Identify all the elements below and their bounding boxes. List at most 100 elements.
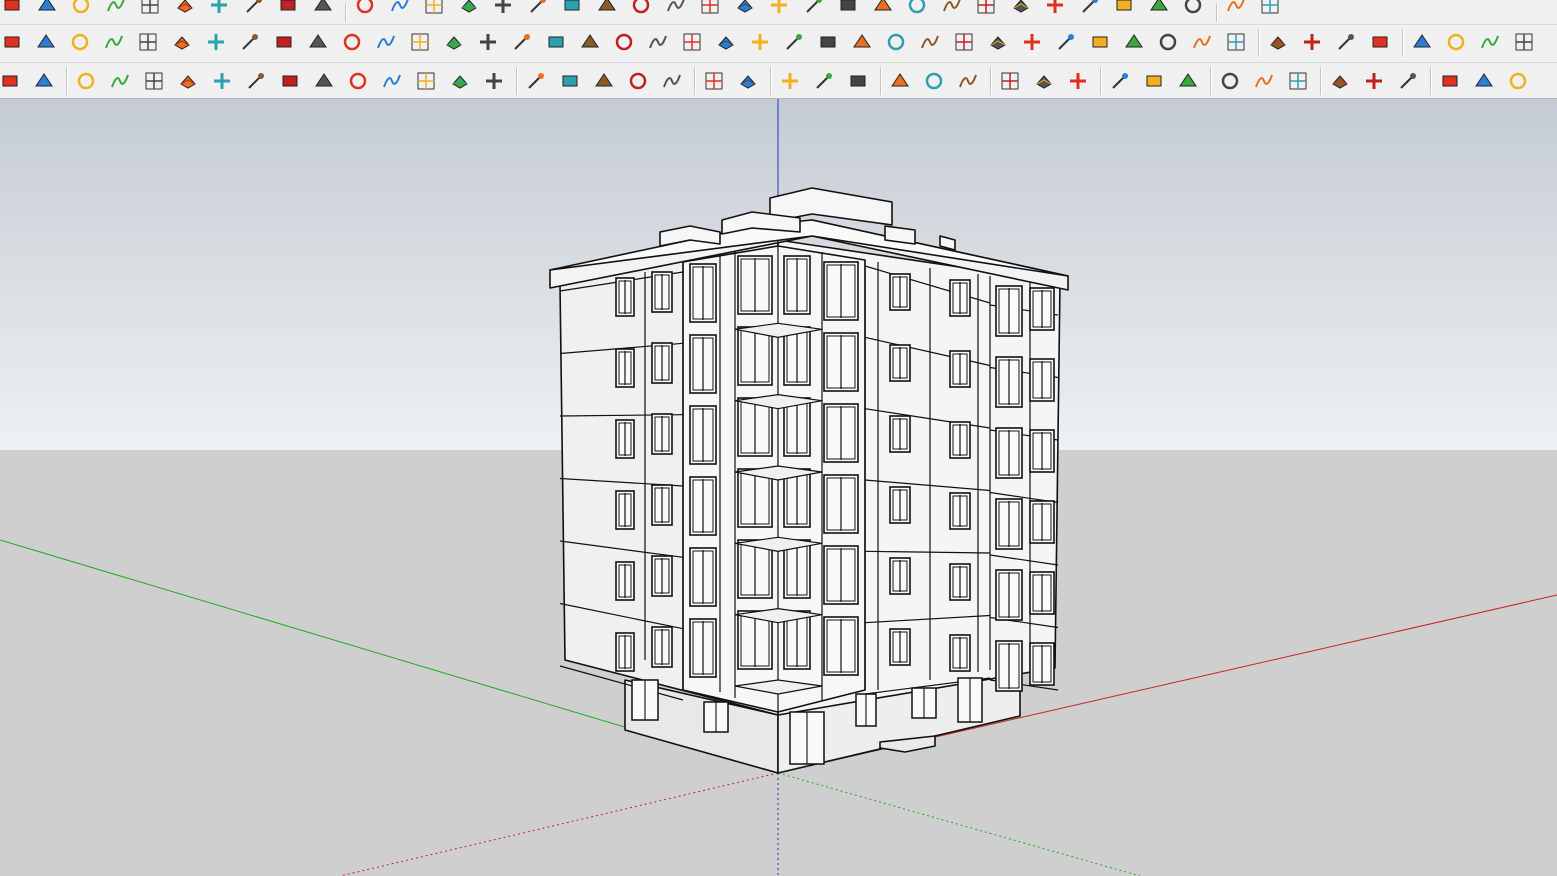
cube-blue-icon[interactable] [1510,28,1538,56]
green-flip-icon[interactable] [848,28,876,56]
box-fill-icon[interactable] [1284,67,1312,95]
arrow-icon[interactable] [386,0,414,16]
paint-icon[interactable] [1408,28,1436,56]
circle-icon[interactable] [556,67,584,95]
deck-icon[interactable] [972,0,1000,16]
column-icon[interactable] [489,0,517,16]
green-cross-icon[interactable] [474,28,502,56]
box-x-icon[interactable] [1174,67,1202,95]
curve-a-icon[interactable] [72,67,100,95]
frame-cyan-icon[interactable] [1052,28,1080,56]
grid-blue-2-icon[interactable] [1250,67,1278,95]
explode-red-icon[interactable] [916,28,944,56]
copy-icon[interactable] [1470,67,1498,95]
zoom-green-icon[interactable] [810,67,838,95]
bracket-icon[interactable] [372,28,400,56]
curve-b-icon[interactable] [106,67,134,95]
zigzag-icon[interactable] [522,67,550,95]
hatch-icon[interactable] [1076,0,1104,16]
wall-icon[interactable] [558,0,586,16]
stairs-icon[interactable] [420,0,448,16]
vertex-icon[interactable] [406,28,434,56]
measure-icon[interactable] [1332,28,1360,56]
blue-cross-icon[interactable] [508,28,536,56]
layer-green-icon[interactable] [66,28,94,56]
grid-icon[interactable] [765,0,793,16]
prism-icon[interactable] [610,28,638,56]
arrow-back-icon[interactable] [1256,0,1284,16]
panel-icon[interactable] [903,0,931,16]
pencil-icon[interactable] [1298,28,1326,56]
add-detail-icon[interactable] [136,0,164,16]
fence-icon[interactable] [731,0,759,16]
line-center-icon[interactable] [996,67,1024,95]
align-add-icon[interactable] [920,67,948,95]
grid-blue-icon[interactable] [1216,67,1244,95]
selector-icon[interactable] [1264,28,1292,56]
arc-dots-icon[interactable] [1222,28,1250,56]
shelf-icon[interactable] [1007,0,1035,16]
extrude-icon[interactable] [205,0,233,16]
dome-icon[interactable] [1394,67,1422,95]
3d-viewport[interactable] [0,99,1557,876]
rect-icon[interactable] [276,67,304,95]
intersect-icon[interactable] [1476,28,1504,56]
sandbox-icon[interactable] [0,0,26,16]
cabinet-icon[interactable] [1041,0,1069,16]
layer-blue-icon[interactable] [0,28,26,56]
align-left-icon[interactable] [886,67,914,95]
layer-red-icon[interactable] [100,28,128,56]
red-cross-icon[interactable] [440,28,468,56]
camera-icon[interactable] [1366,28,1394,56]
polygon-3d-icon[interactable] [30,67,58,95]
mesh-icon[interactable] [1179,0,1207,16]
paste-icon[interactable] [1504,67,1532,95]
curve-e-icon[interactable] [208,67,236,95]
arc-3-icon[interactable] [412,67,440,95]
link-icon[interactable] [338,28,366,56]
line-add-icon[interactable] [1030,67,1058,95]
green-layer-icon[interactable] [700,67,728,95]
brick-icon[interactable] [938,0,966,16]
explode-multi-icon[interactable] [950,28,978,56]
frame-icon[interactable] [800,0,828,16]
door-icon[interactable] [696,0,724,16]
layer-outline-icon[interactable] [134,28,162,56]
window-orange-icon[interactable] [1120,28,1148,56]
align-remove-icon[interactable] [954,67,982,95]
rotate-tool-icon[interactable] [1222,0,1250,16]
checker-icon[interactable] [1436,67,1464,95]
undo-red-icon[interactable] [814,28,842,56]
zoom-out-icon[interactable] [844,67,872,95]
loop-icon[interactable] [168,28,196,56]
pen-icon[interactable] [351,0,379,16]
drape-icon[interactable] [102,0,130,16]
red-square-icon[interactable] [202,28,230,56]
table-icon[interactable] [1326,67,1354,95]
ellipse-icon[interactable] [624,67,652,95]
joist-icon[interactable] [869,0,897,16]
grid-multi-icon[interactable] [1154,28,1182,56]
wrench-icon[interactable] [590,67,618,95]
array-icon[interactable] [1018,28,1046,56]
truss-icon[interactable] [834,0,862,16]
arc-4-icon[interactable] [446,67,474,95]
bucket-icon[interactable] [780,28,808,56]
flip-edge-icon[interactable] [171,0,199,16]
slab-icon[interactable] [593,0,621,16]
arc-2-icon[interactable] [344,67,372,95]
siding-icon[interactable] [1145,0,1173,16]
torus-blue-icon[interactable] [712,28,740,56]
box-icon[interactable] [304,28,332,56]
scene[interactable] [0,99,1557,876]
triangle-icon[interactable] [658,67,686,95]
line-remove-icon[interactable] [1064,67,1092,95]
grid-orange-icon[interactable] [1086,28,1114,56]
pyramid-icon[interactable] [576,28,604,56]
window-icon[interactable] [662,0,690,16]
arc-5-icon[interactable] [480,67,508,95]
curve-d-icon[interactable] [174,67,202,95]
orange-torus-icon[interactable] [644,28,672,56]
wave-icon[interactable] [378,67,406,95]
red-dot-icon[interactable] [984,28,1012,56]
